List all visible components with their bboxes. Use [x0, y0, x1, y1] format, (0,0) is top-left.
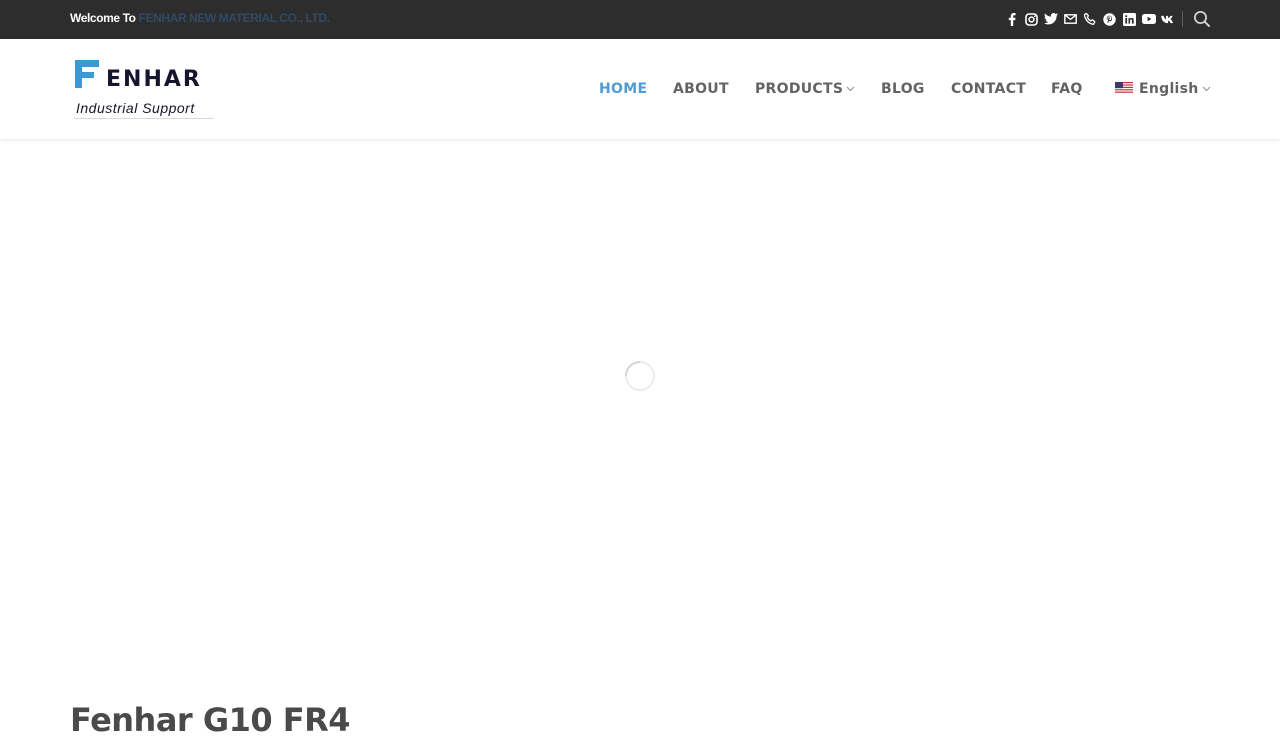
chevron-down-icon: [1202, 86, 1210, 92]
nav-about[interactable]: ABOUT: [673, 81, 729, 97]
company-name-link[interactable]: FENHAR NEW MATERIAL CO., LTD.: [139, 11, 330, 25]
logo-underline: [74, 118, 214, 119]
language-label: English: [1139, 81, 1199, 97]
social-links: [1005, 10, 1181, 28]
vk-icon[interactable]: [1161, 12, 1175, 26]
instagram-icon[interactable]: [1025, 12, 1039, 26]
nav-products[interactable]: PRODUCTS: [755, 81, 855, 97]
nav-faq[interactable]: FAQ: [1051, 81, 1083, 97]
loading-spinner-icon: [624, 360, 656, 392]
topbar-divider: [1182, 11, 1183, 27]
facebook-icon[interactable]: [1005, 12, 1019, 26]
phone-icon[interactable]: [1083, 12, 1097, 26]
chevron-down-icon: [846, 86, 855, 92]
youtube-icon[interactable]: [1141, 12, 1156, 26]
pinterest-icon[interactable]: [1103, 12, 1117, 26]
nav-products-label: PRODUCTS: [755, 81, 844, 97]
site-header: ENHAR Industrial Support HOME ABOUT PROD…: [0, 39, 1280, 139]
language-switcher[interactable]: English: [1115, 81, 1211, 97]
linkedin-icon[interactable]: [1122, 12, 1136, 26]
welcome-text: Welcome To: [70, 11, 136, 25]
us-flag-icon: [1115, 82, 1133, 94]
nav-blog[interactable]: BLOG: [881, 81, 925, 97]
product-title: Fenhar G10 FR4: [70, 701, 351, 739]
nav-home[interactable]: HOME: [599, 81, 647, 97]
twitter-icon[interactable]: [1044, 12, 1058, 26]
site-logo[interactable]: ENHAR Industrial Support: [70, 58, 220, 122]
email-icon[interactable]: [1064, 12, 1078, 26]
top-bar: Welcome To FENHAR NEW MATERIAL CO., LTD.: [0, 0, 1280, 39]
search-icon[interactable]: [1193, 10, 1211, 28]
logo-mark-icon: [75, 60, 99, 88]
nav-contact[interactable]: CONTACT: [951, 81, 1026, 97]
welcome-message: Welcome To FENHAR NEW MATERIAL CO., LTD.: [70, 11, 330, 26]
logo-wordmark: ENHAR: [106, 67, 202, 92]
logo-tagline: Industrial Support: [76, 100, 195, 116]
